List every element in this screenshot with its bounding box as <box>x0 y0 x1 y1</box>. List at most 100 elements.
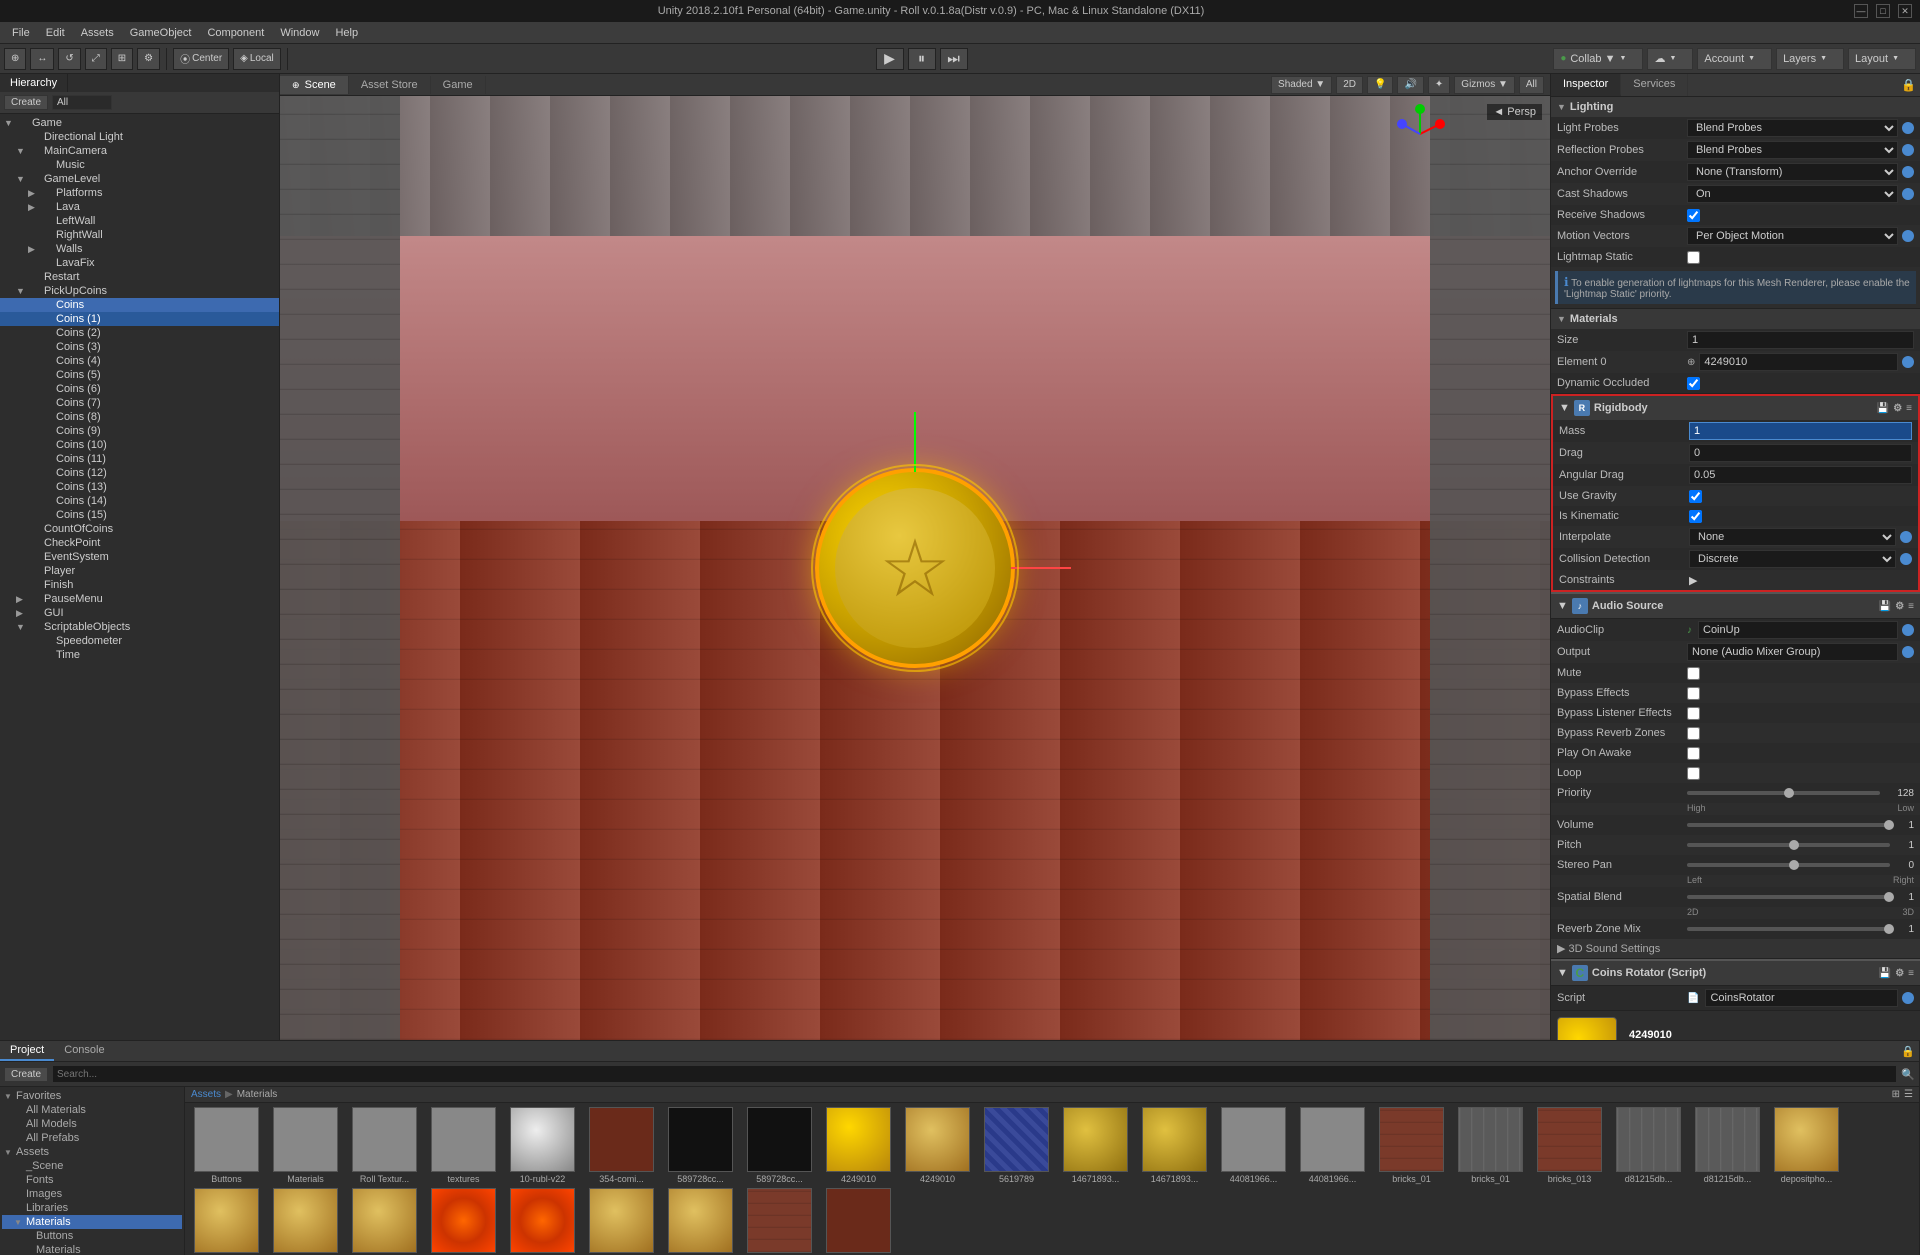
asset-item[interactable]: 14671893... <box>1137 1107 1212 1184</box>
lighting-toggle[interactable]: 💡 <box>1367 76 1393 94</box>
asset-item[interactable]: depositpho... <box>189 1188 264 1255</box>
is-kinematic-checkbox[interactable] <box>1689 510 1702 523</box>
reflection-probes-select[interactable]: Blend Probes <box>1687 141 1898 159</box>
tool-move[interactable]: ↔ <box>30 48 54 70</box>
interpolate-dot[interactable] <box>1900 531 1912 543</box>
tree-item-all-materials[interactable]: All Materials <box>2 1103 182 1117</box>
asset-item[interactable]: 354-comi... <box>584 1107 659 1184</box>
light-probes-select[interactable]: Blend Probes <box>1687 119 1898 137</box>
maximize-button[interactable]: □ <box>1876 4 1890 18</box>
tool-custom[interactable]: ⚙ <box>137 48 160 70</box>
asset-item[interactable]: 14671893... <box>1058 1107 1133 1184</box>
asset-item[interactable]: d81215db... <box>1611 1107 1686 1184</box>
tool-rotate[interactable]: ↺ <box>58 48 80 70</box>
step-button[interactable]: ⏭ <box>940 48 968 70</box>
motion-vectors-select[interactable]: Per Object Motion <box>1687 227 1898 245</box>
tree-item-fonts[interactable]: Fonts <box>2 1173 182 1187</box>
cast-shadows-select[interactable]: On <box>1687 185 1898 203</box>
rigidbody-menu-icon[interactable]: ≡ <box>1906 403 1912 414</box>
hierarchy-item-coins-(13)[interactable]: Coins (13) <box>0 480 279 494</box>
menu-help[interactable]: Help <box>327 25 366 41</box>
asset-item[interactable]: 44081966... <box>1295 1107 1370 1184</box>
collision-detection-dot[interactable] <box>1900 553 1912 565</box>
asset-item[interactable]: image05 <box>584 1188 659 1255</box>
volume-thumb[interactable] <box>1884 820 1894 830</box>
hierarchy-item-directional-light[interactable]: Directional Light <box>0 130 279 144</box>
rigidbody-settings-icon[interactable]: ⚙ <box>1893 403 1902 414</box>
breadcrumb-assets[interactable]: Assets <box>191 1089 221 1100</box>
receive-shadows-checkbox[interactable] <box>1687 209 1700 222</box>
menu-component[interactable]: Component <box>199 25 272 41</box>
asset-item[interactable]: dsc_9596... <box>505 1188 580 1255</box>
3d-sound-header[interactable]: ▶ 3D Sound Settings <box>1551 939 1920 958</box>
hierarchy-search[interactable] <box>52 95 112 110</box>
collision-detection-select[interactable]: Discrete <box>1689 550 1896 568</box>
drag-input[interactable] <box>1689 444 1912 462</box>
tree-item-materials[interactable]: Materials <box>2 1243 182 1255</box>
asset-item[interactable]: maxresde fa... <box>821 1188 896 1255</box>
hierarchy-tab[interactable]: Hierarchy <box>0 74 68 92</box>
hierarchy-item-eventsystem[interactable]: EventSystem <box>0 550 279 564</box>
hierarchy-item-coins-(15)[interactable]: Coins (15) <box>0 508 279 522</box>
hierarchy-item-pausemenu[interactable]: ▶PauseMenu <box>0 592 279 606</box>
stereo-pan-thumb[interactable] <box>1789 860 1799 870</box>
tab-game[interactable]: Game <box>431 76 486 94</box>
cast-shadows-dot[interactable] <box>1902 188 1914 200</box>
hierarchy-item-gamelevel[interactable]: ▼GameLevel <box>0 172 279 186</box>
use-gravity-checkbox[interactable] <box>1689 490 1702 503</box>
pitch-slider[interactable] <box>1687 843 1890 847</box>
close-button[interactable]: ✕ <box>1898 4 1912 18</box>
project-lock-icon[interactable]: 🔒 <box>1901 1045 1915 1058</box>
tool-rect[interactable]: ⊞ <box>111 48 133 70</box>
hierarchy-item-coins-(14)[interactable]: Coins (14) <box>0 494 279 508</box>
create-button[interactable]: Create <box>4 95 48 110</box>
asset-item[interactable]: bricks_013 <box>1532 1107 1607 1184</box>
hierarchy-item-coins-(7)[interactable]: Coins (7) <box>0 396 279 410</box>
asset-item[interactable]: Kirpich_di... <box>742 1188 817 1255</box>
project-search[interactable] <box>52 1065 1897 1083</box>
hierarchy-item-platforms[interactable]: ▶Platforms <box>0 186 279 200</box>
tree-item-libraries[interactable]: Libraries <box>2 1201 182 1215</box>
hierarchy-item-coins-(8)[interactable]: Coins (8) <box>0 410 279 424</box>
tree-item-favorites[interactable]: ▼Favorites <box>2 1089 182 1103</box>
element0-input[interactable] <box>1699 353 1898 371</box>
rigidbody-save-icon[interactable]: 💾 <box>1877 403 1889 414</box>
coins-rotator-header[interactable]: ▼ C Coins Rotator (Script) 💾 ⚙ ≡ <box>1551 959 1920 986</box>
hierarchy-item-coins-(9)[interactable]: Coins (9) <box>0 424 279 438</box>
asset-item[interactable]: textures <box>426 1107 501 1184</box>
lighting-header[interactable]: ▼ Lighting <box>1551 97 1920 117</box>
hierarchy-item-walls[interactable]: ▶Walls <box>0 242 279 256</box>
menu-edit[interactable]: Edit <box>38 25 73 41</box>
script-dot[interactable] <box>1902 992 1914 1004</box>
asset-item[interactable]: depositpho... <box>347 1188 422 1255</box>
menu-assets[interactable]: Assets <box>73 25 122 41</box>
pause-button[interactable]: ⏸ <box>908 48 936 70</box>
audio-save-icon[interactable]: 💾 <box>1879 601 1891 612</box>
tool-transform[interactable]: ⊕ <box>4 48 26 70</box>
hierarchy-item-coins-(3)[interactable]: Coins (3) <box>0 340 279 354</box>
gizmos-dropdown[interactable]: Gizmos ▼ <box>1454 76 1515 94</box>
hierarchy-item-game[interactable]: ▼Game <box>0 116 279 130</box>
anchor-override-dot[interactable] <box>1902 166 1914 178</box>
menu-gameobject[interactable]: GameObject <box>122 25 200 41</box>
mass-input[interactable] <box>1689 422 1912 440</box>
materials-header[interactable]: ▼ Materials <box>1551 309 1920 329</box>
stereo-pan-slider[interactable] <box>1687 863 1890 867</box>
hierarchy-item-gui[interactable]: ▶GUI <box>0 606 279 620</box>
light-probes-dot[interactable] <box>1902 122 1914 134</box>
hierarchy-item-countofcoins[interactable]: CountOfCoins <box>0 522 279 536</box>
account-dropdown[interactable]: Account <box>1697 48 1772 70</box>
hierarchy-item-checkpoint[interactable]: CheckPoint <box>0 536 279 550</box>
asset-item[interactable]: 589728cc... <box>742 1107 817 1184</box>
tab-scene[interactable]: ⊕ Scene <box>280 76 349 94</box>
hierarchy-item-finish[interactable]: Finish <box>0 578 279 592</box>
audioclip-dot[interactable] <box>1902 624 1914 636</box>
asset-item[interactable]: 5619789 <box>979 1107 1054 1184</box>
viewport[interactable]: ☆ ◄ Persp <box>280 96 1550 1040</box>
layout-dropdown[interactable]: Layout <box>1848 48 1916 70</box>
fx-toggle[interactable]: ✦ <box>1428 76 1450 94</box>
2d-toggle[interactable]: 2D <box>1336 76 1363 94</box>
coins-rotator-menu-icon[interactable]: ≡ <box>1908 968 1914 979</box>
hierarchy-item-coins-(4)[interactable]: Coins (4) <box>0 354 279 368</box>
asset-item[interactable]: 589728cc... <box>663 1107 738 1184</box>
